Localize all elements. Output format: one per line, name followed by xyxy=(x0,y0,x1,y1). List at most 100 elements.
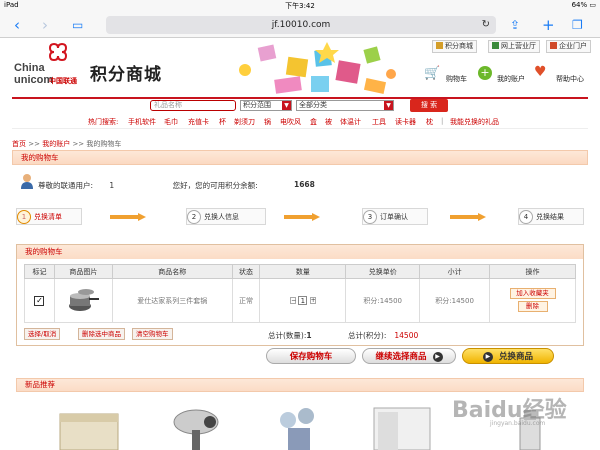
category-select[interactable]: 全部分类 ▼ xyxy=(296,100,394,111)
link-points-mall[interactable]: 积分商城 xyxy=(432,40,477,53)
hot-term[interactable]: 剃须刀 xyxy=(234,117,255,127)
forward-icon[interactable]: › xyxy=(42,12,48,38)
cart-title: 我的购物车 xyxy=(17,245,583,259)
step-4: 4 兑换结果 xyxy=(518,208,584,225)
col-qty: 数量 xyxy=(259,264,347,279)
product-image-cell xyxy=(53,278,113,323)
account-link[interactable]: 我的账户 xyxy=(497,74,525,84)
hot-term[interactable]: 锅 xyxy=(264,117,271,127)
col-name: 商品名称 xyxy=(111,264,233,279)
qty-cell: − 1 + xyxy=(259,278,347,323)
recommend-item-shaver[interactable] xyxy=(268,400,328,450)
hot-term[interactable]: 体温计 xyxy=(340,117,361,127)
row-checkbox[interactable]: ✓ xyxy=(34,295,45,306)
delete-selected-button[interactable]: 删除选中商品 xyxy=(78,328,125,340)
page-title: 我的购物车 xyxy=(12,150,588,165)
breadcrumb-sep: >> xyxy=(72,140,85,148)
unicom-logo-icon[interactable] xyxy=(46,42,70,64)
table-row: ✓ 爱仕达家系列三件套锅 正常 − 1 + 积分:14500 积分:14500 xyxy=(24,278,576,323)
product-name[interactable]: 爱仕达家系列三件套锅 xyxy=(111,278,233,323)
enterprise-icon xyxy=(550,42,557,49)
operation-cell: 加入收藏夹 删除 xyxy=(489,278,576,323)
recommend-item-towel[interactable] xyxy=(56,400,122,450)
hot-term[interactable]: 读卡器 xyxy=(395,117,416,127)
back-icon[interactable]: ‹ xyxy=(14,12,20,38)
breadcrumb-current: 我的购物车 xyxy=(86,140,122,148)
cart-link[interactable]: 购物车 xyxy=(446,74,467,84)
share-icon[interactable]: ⇪ xyxy=(510,12,520,38)
chevron-down-icon: ▼ xyxy=(384,101,393,110)
col-image: 商品图片 xyxy=(53,264,113,279)
account-icon[interactable]: + xyxy=(478,66,492,80)
bookmarks-icon[interactable]: ▭ xyxy=(72,12,83,38)
select-toggle-button[interactable]: 选择/取消 xyxy=(24,328,61,340)
help-icon[interactable]: ♥ xyxy=(534,64,547,80)
hot-term[interactable]: 枕 xyxy=(426,117,433,127)
baidu-watermark-url: jingyan.baidu.com xyxy=(490,420,546,427)
step-2: 2 兑换人信息 xyxy=(186,208,266,225)
new-tab-icon[interactable]: + xyxy=(542,12,555,38)
add-favorite-button[interactable]: 加入收藏夹 xyxy=(509,287,556,299)
hot-term[interactable]: 盒 xyxy=(310,117,317,127)
logo-text-cn: 中国联通 xyxy=(49,77,77,85)
mall-icon xyxy=(436,42,443,49)
recommend-item-hairdryer[interactable] xyxy=(166,400,226,450)
breadcrumb-sep: >> xyxy=(28,140,40,148)
breadcrumb: 首页 >> 我的账户 >> 我的购物车 xyxy=(12,139,121,149)
step-3: 3 订单确认 xyxy=(362,208,428,225)
col-unit-price: 兑换单价 xyxy=(345,264,421,279)
logo-text-en-2: unicom xyxy=(14,74,54,86)
step-1: 1 兑换清单 xyxy=(16,208,82,225)
continue-shopping-button[interactable]: 继续选择商品 ▶ xyxy=(362,348,456,364)
hot-term[interactable]: 被 xyxy=(325,117,332,127)
breadcrumb-account[interactable]: 我的账户 xyxy=(42,140,70,148)
unit-price: 积分:14500 xyxy=(345,278,421,323)
clear-cart-button[interactable]: 清空购物车 xyxy=(132,328,173,340)
total-points: 总计(积分): 14500 xyxy=(348,331,419,340)
link-enterprise[interactable]: 企业门户 xyxy=(546,40,591,53)
reload-icon[interactable]: ↻ xyxy=(482,16,490,34)
play-icon: ▶ xyxy=(482,351,493,362)
gift-banner-image xyxy=(239,42,396,94)
user-greeting: 尊敬的联通用户: 1 您好，您的可用积分余额: xyxy=(38,181,258,190)
url-bar[interactable]: jf.10010.com ↻ xyxy=(106,16,496,34)
gift-search-input[interactable]: 礼品名称 xyxy=(150,100,236,111)
hot-term[interactable]: 工具 xyxy=(372,117,386,127)
col-operation: 操作 xyxy=(489,264,576,279)
status-bar: iPad 下午3:42 64% ▭ xyxy=(0,0,600,12)
hot-term[interactable]: 手机软件 xyxy=(128,117,156,127)
link-online-hall[interactable]: 网上营业厅 xyxy=(488,40,540,53)
subtotal: 积分:14500 xyxy=(419,278,491,323)
qty-plus-button[interactable]: + xyxy=(309,297,316,304)
search-button[interactable]: 搜 索 xyxy=(410,99,448,112)
recommend-item-bedding[interactable] xyxy=(370,400,434,450)
redeem-button[interactable]: ▶ 兑换商品 xyxy=(462,348,554,364)
points-label: 您好，您的可用积分余额: xyxy=(172,181,258,190)
user-phone: 1 xyxy=(109,181,115,190)
hot-term[interactable]: 电吹风 xyxy=(280,117,301,127)
col-status: 状态 xyxy=(231,264,261,279)
save-cart-button[interactable]: 保存购物车 xyxy=(266,348,356,364)
qty-minus-button[interactable]: − xyxy=(290,297,296,304)
qty-input[interactable]: 1 xyxy=(298,296,308,305)
my-gifts-link[interactable]: 我能兑换的礼品 xyxy=(450,117,499,127)
product-image[interactable] xyxy=(66,286,100,314)
product-status: 正常 xyxy=(231,278,261,323)
hot-term[interactable]: 杯 xyxy=(219,117,226,127)
col-mark: 标记 xyxy=(24,264,55,279)
hot-term[interactable]: 毛巾 xyxy=(164,117,178,127)
delete-button[interactable]: 删除 xyxy=(517,300,548,312)
cart-table: 标记 商品图片 商品名称 状态 数量 兑换单价 小计 操作 ✓ 爱仕达家系列三件… xyxy=(24,264,576,323)
url-text: jf.10010.com xyxy=(271,20,331,30)
tabs-icon[interactable]: ❐ xyxy=(572,12,583,38)
help-link[interactable]: 帮助中心 xyxy=(556,74,584,84)
breadcrumb-home[interactable]: 首页 xyxy=(12,140,26,148)
chevron-down-icon: ▼ xyxy=(282,101,291,110)
recommend-title: 新品推荐 xyxy=(16,378,584,392)
clock: 下午3:42 xyxy=(285,2,315,10)
cart-icon[interactable]: 🛒 xyxy=(424,66,440,81)
battery-level: 64% ▭ xyxy=(571,1,596,9)
arrow-right-icon xyxy=(450,213,486,221)
points-range-select[interactable]: 积分范围 ▼ xyxy=(240,100,292,111)
hot-term[interactable]: 充值卡 xyxy=(188,117,209,127)
